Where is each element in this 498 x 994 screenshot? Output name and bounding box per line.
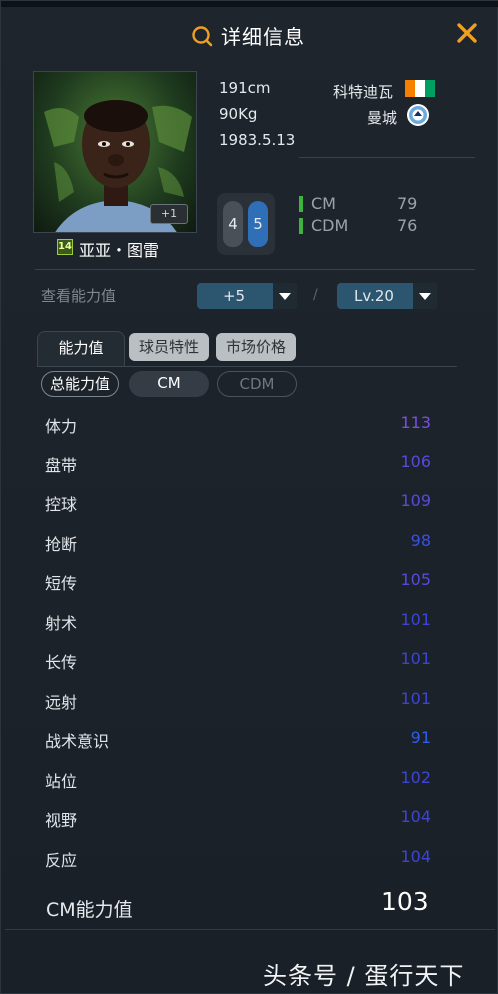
search-icon bbox=[192, 25, 213, 46]
filter-cdm[interactable]: CDM bbox=[217, 371, 297, 397]
select-separator: / bbox=[313, 287, 318, 303]
stat-name: 体力 bbox=[45, 417, 78, 436]
section-divider bbox=[35, 269, 475, 270]
stat-name: 远射 bbox=[45, 693, 78, 712]
chevron-down-icon[interactable] bbox=[413, 283, 437, 309]
stat-name: 站位 bbox=[45, 772, 78, 791]
stat-name: 短传 bbox=[45, 574, 78, 593]
stat-value: 113 bbox=[400, 413, 431, 432]
close-icon[interactable] bbox=[455, 21, 479, 45]
right-foot-icon: 5 bbox=[248, 201, 268, 247]
stat-value: 109 bbox=[400, 491, 431, 510]
flag-stripe-green bbox=[425, 80, 435, 97]
stat-value: 104 bbox=[400, 847, 431, 866]
stat-row: 控球 109 bbox=[45, 491, 435, 515]
stat-name: 抢断 bbox=[45, 535, 78, 554]
stat-row: 射术 101 bbox=[45, 610, 435, 634]
stat-row: 长传 101 bbox=[45, 649, 435, 673]
level-select-value: Lv.20 bbox=[354, 287, 394, 305]
player-detail-panel: 详细信息 +1 14 亚亚・图雷 191cm 90Kg 1983.5.13 科特… bbox=[0, 0, 498, 994]
player-weight: 90Kg bbox=[219, 105, 258, 123]
tab-player-traits[interactable]: 球员特性 bbox=[129, 333, 209, 361]
tab-ability[interactable]: 能力值 bbox=[37, 331, 125, 367]
position-indicator bbox=[299, 218, 303, 234]
player-nation: 科特迪瓦 bbox=[333, 83, 394, 101]
stat-row: 盘带 106 bbox=[45, 452, 435, 476]
stat-name: 控球 bbox=[45, 495, 78, 514]
stat-value: 106 bbox=[400, 452, 431, 471]
boost-select-value: +5 bbox=[222, 287, 246, 305]
stat-name: 射术 bbox=[45, 614, 78, 633]
stat-value: 101 bbox=[400, 610, 431, 629]
position-indicator bbox=[299, 196, 303, 212]
header-title-group: 详细信息 bbox=[191, 21, 305, 50]
overall-label: CM能力值 bbox=[46, 899, 133, 921]
stat-value: 101 bbox=[400, 649, 431, 668]
player-name: 亚亚・图雷 bbox=[79, 241, 160, 260]
stat-value: 98 bbox=[410, 531, 431, 550]
page-title: 详细信息 bbox=[221, 25, 305, 49]
plus-badge: +1 bbox=[150, 204, 188, 224]
player-height: 191cm bbox=[219, 79, 271, 97]
position-label: CM bbox=[311, 194, 336, 213]
stat-row: 反应 104 bbox=[45, 847, 435, 871]
stat-value: 104 bbox=[400, 807, 431, 826]
overall-value: 103 bbox=[381, 887, 429, 916]
info-divider bbox=[299, 157, 475, 158]
stat-name: 长传 bbox=[45, 653, 78, 672]
stat-row: 视野 104 bbox=[45, 807, 435, 831]
player-birthdate: 1983.5.13 bbox=[219, 131, 296, 149]
position-label: CDM bbox=[311, 216, 349, 235]
flag-stripe-white bbox=[415, 80, 425, 97]
club-crest-icon bbox=[407, 104, 429, 126]
filter-total[interactable]: 总能力值 bbox=[41, 371, 119, 397]
stat-row: 站位 102 bbox=[45, 768, 435, 792]
stat-row: 抢断 98 bbox=[45, 531, 435, 555]
tab-market-price[interactable]: 市场价格 bbox=[216, 333, 296, 361]
stat-value: 101 bbox=[400, 689, 431, 708]
panel-header: 详细信息 bbox=[1, 17, 498, 57]
bottom-divider bbox=[5, 929, 495, 930]
watermark: 头条号 / 蛋行天下 bbox=[263, 962, 465, 990]
stat-row: 短传 105 bbox=[45, 570, 435, 594]
stat-value: 105 bbox=[400, 570, 431, 589]
stat-name: 盘带 bbox=[45, 456, 78, 475]
stat-value: 91 bbox=[410, 728, 431, 747]
stat-value: 102 bbox=[400, 768, 431, 787]
level-select[interactable]: Lv.20 bbox=[337, 283, 437, 309]
stat-row: 战术意识 91 bbox=[45, 728, 435, 752]
flag-stripe-orange bbox=[405, 80, 415, 97]
stat-row: 远射 101 bbox=[45, 689, 435, 713]
top-strip bbox=[1, 1, 498, 7]
left-foot-icon: 4 bbox=[223, 201, 243, 247]
player-portrait: +1 bbox=[33, 71, 197, 233]
chevron-down-icon[interactable] bbox=[273, 283, 297, 309]
stat-name: 战术意识 bbox=[45, 732, 110, 751]
stat-name: 视野 bbox=[45, 811, 78, 830]
player-club: 曼城 bbox=[367, 109, 398, 127]
filter-cm[interactable]: CM bbox=[129, 371, 209, 397]
stat-row: 体力 113 bbox=[45, 413, 435, 437]
boost-select[interactable]: +5 bbox=[197, 283, 297, 309]
view-stats-label: 查看能力值 bbox=[41, 287, 117, 305]
nation-flag-icon bbox=[405, 80, 435, 97]
season-badge: 14 bbox=[57, 239, 73, 255]
tabs-underline bbox=[37, 366, 457, 367]
position-rating: 76 bbox=[397, 216, 418, 235]
stat-name: 反应 bbox=[45, 851, 78, 870]
position-rating: 79 bbox=[397, 194, 418, 213]
